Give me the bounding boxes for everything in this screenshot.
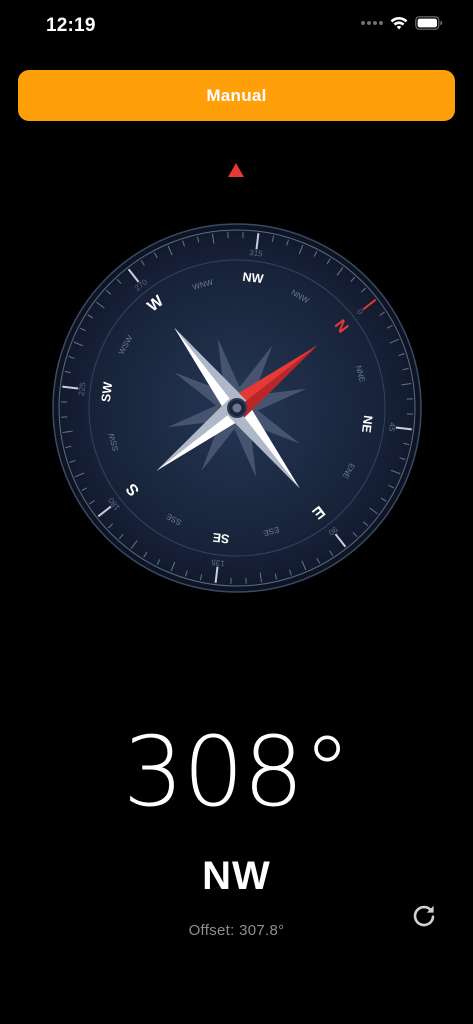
compass-dial[interactable]: 0 45 90 135 180 225 270 315 N NNE NE ENE E ESE SE SSE S… xyxy=(51,222,423,594)
heading-degrees: 308° xyxy=(122,716,351,828)
wifi-icon xyxy=(390,16,408,30)
status-time: 12:19 xyxy=(46,15,96,36)
status-icons xyxy=(361,16,443,30)
dial-degree-label: 135 xyxy=(210,557,225,568)
dial-direction-label: SW xyxy=(99,381,115,403)
heading-direction: NW xyxy=(202,854,271,898)
offset-value: Offset: 307.8° xyxy=(188,922,285,939)
manual-mode-button[interactable]: Manual xyxy=(18,70,455,121)
heading-marker-icon xyxy=(228,163,244,177)
compass-graphic: 04590135180225270315 NNNENEENEEESESESSES… xyxy=(52,223,422,593)
dial-direction-label: NW xyxy=(242,270,265,286)
dial-direction-label: SE xyxy=(212,530,230,546)
refresh-icon xyxy=(413,905,435,927)
status-bar: 12:19 xyxy=(0,0,473,54)
dial-degree-label: 225 xyxy=(77,381,88,396)
dial-degree-label: 315 xyxy=(249,248,264,259)
signal-dots-icon xyxy=(361,21,383,25)
dial-degree-label: 45 xyxy=(387,422,397,432)
compass-hub-center xyxy=(232,403,242,413)
dial-direction-label: NE xyxy=(359,415,375,434)
battery-icon xyxy=(415,16,443,30)
reset-button[interactable] xyxy=(410,902,438,930)
